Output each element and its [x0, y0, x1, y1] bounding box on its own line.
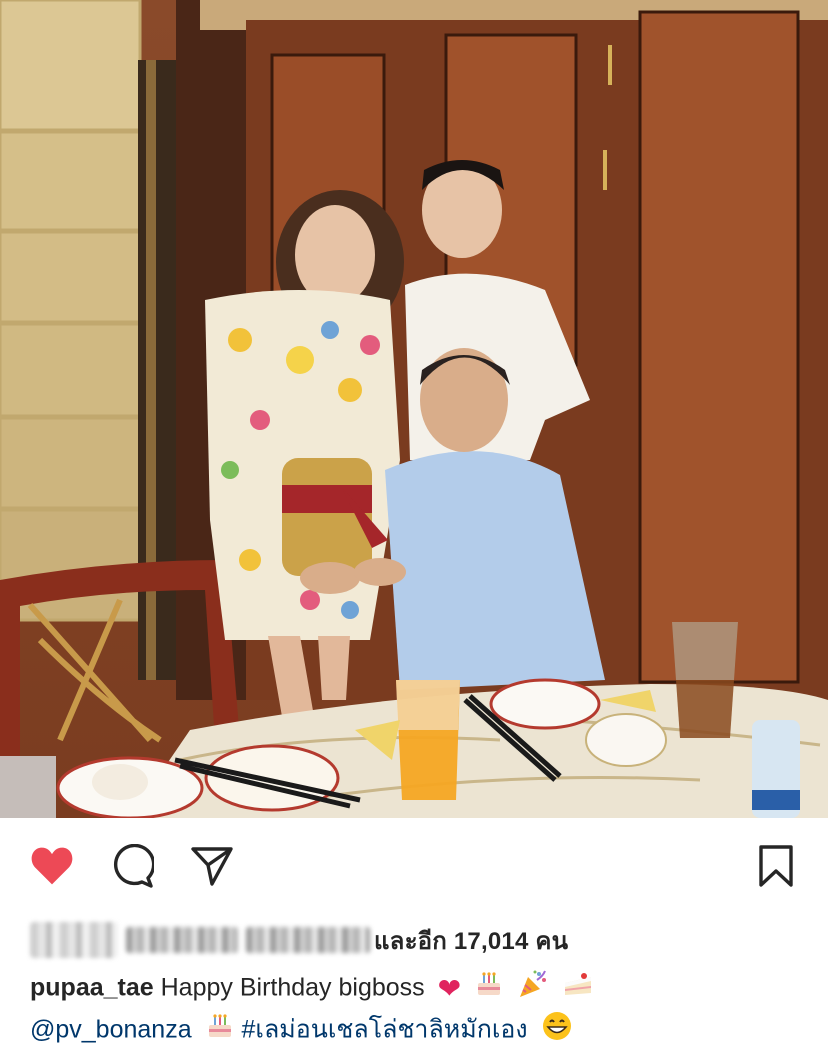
blurred-liker-name [246, 927, 370, 953]
likes-count[interactable]: และอีก 17,014 คน [374, 921, 568, 960]
caption-line-2: @pv_bonanza #เลม่อนเชลโล่ชาลิหมักเอง [30, 1010, 810, 1047]
save-button[interactable] [754, 844, 798, 888]
share-icon [191, 847, 233, 886]
blurred-liker-names [30, 922, 370, 958]
shortcake-emoji-icon [562, 969, 594, 1009]
likes-row[interactable]: และอีก 17,014 คน [30, 920, 568, 960]
comment-icon [113, 844, 154, 888]
blurred-liker-name [126, 927, 238, 953]
photo-scene [0, 0, 828, 818]
like-button[interactable] [30, 844, 74, 888]
party-popper-emoji-icon [517, 968, 549, 1010]
post-photo[interactable] [0, 0, 828, 818]
birthday-cake-emoji-icon [474, 969, 504, 1009]
blurred-liker-avatar [30, 922, 118, 958]
birthday-cake-emoji-icon [205, 1011, 235, 1047]
caption-hashtag[interactable]: #เลม่อนเชลโล่ชาลิหมักเอง [242, 1016, 528, 1044]
caption-line-1: pupaa_tae Happy Birthday bigboss ❤ [30, 968, 810, 1010]
bookmark-icon [759, 845, 793, 887]
heart-icon [31, 847, 73, 885]
red-heart-emoji-icon: ❤ [437, 973, 462, 1004]
post-action-bar [0, 818, 828, 918]
caption-username[interactable]: pupaa_tae [30, 974, 154, 1002]
post-caption: pupaa_tae Happy Birthday bigboss ❤ @pv_b… [30, 968, 810, 1047]
caption-text: Happy Birthday bigboss [160, 973, 425, 1002]
grinning-face-emoji-icon [541, 1010, 573, 1047]
comment-button[interactable] [110, 844, 154, 888]
caption-mention[interactable]: @pv_bonanza [30, 1016, 192, 1044]
share-button[interactable] [190, 844, 234, 888]
